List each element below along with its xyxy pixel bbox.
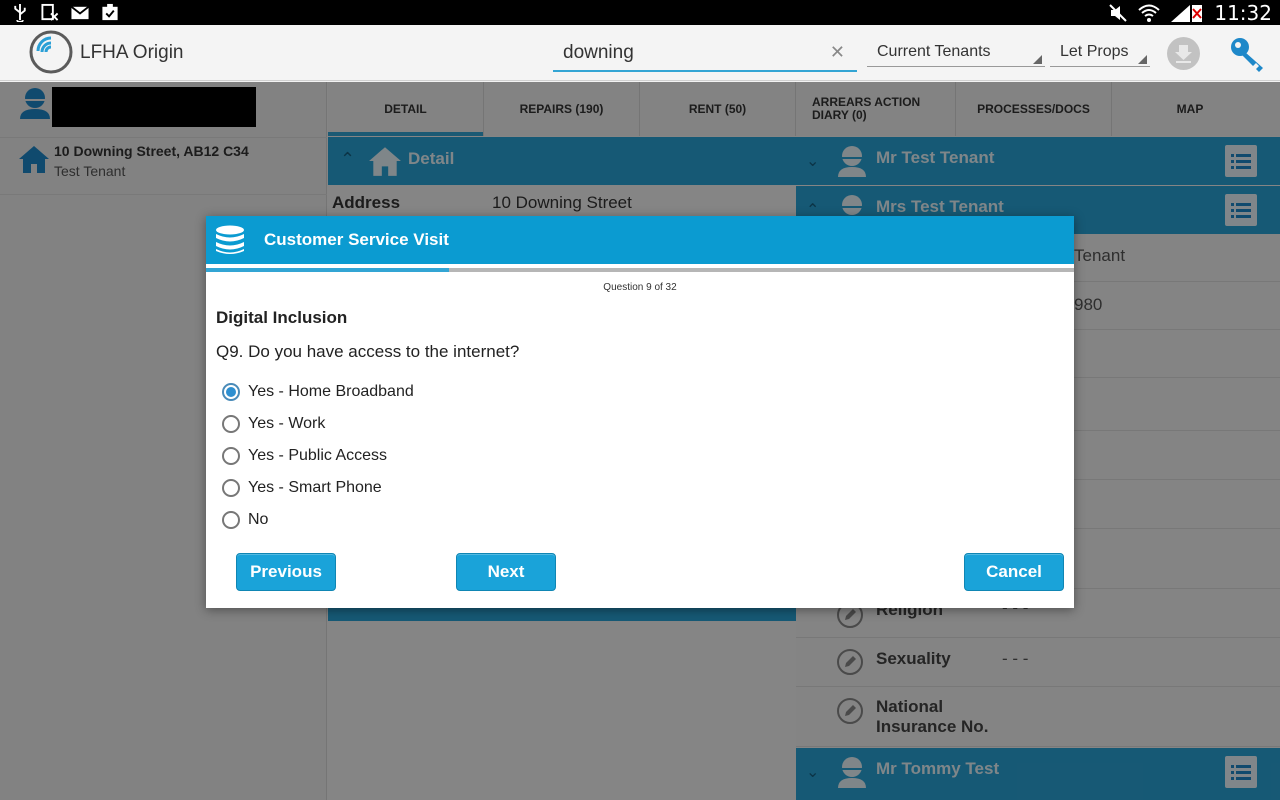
usb-icon [14,3,26,22]
previous-button[interactable]: Previous [236,553,336,591]
gmail-icon [70,6,90,20]
tenancy-filter-dropdown[interactable]: Current Tenants [867,37,1045,67]
section-title: Digital Inclusion [216,308,348,327]
key-icon[interactable] [1228,35,1268,73]
property-filter-dropdown[interactable]: Let Props [1050,37,1150,67]
dropdown-arrow-icon [1138,55,1147,64]
answer-option[interactable]: Yes - Work [222,408,414,440]
wifi-icon [1138,4,1161,22]
answer-option[interactable]: Yes - Public Access [222,440,414,472]
mute-icon [1109,3,1128,22]
dialog-header: Customer Service Visit [206,216,1074,264]
answer-label: Yes - Home Broadband [248,383,414,400]
question-progress-bar [206,268,1074,272]
clock: 11:32 [1214,0,1272,25]
sim-icon [41,3,59,21]
action-bar: LFHA Origin downing ✕ Current Tenants Le… [0,25,1280,81]
clear-search-icon[interactable]: ✕ [830,42,845,63]
answer-label: Yes - Smart Phone [248,479,382,496]
signal-icon [1171,4,1203,22]
search-input[interactable]: downing ✕ [553,35,857,72]
cancel-button[interactable]: Cancel [964,553,1064,591]
radio-button[interactable] [222,511,240,529]
property-filter-label: Let Props [1060,43,1129,60]
download-icon [1175,45,1192,63]
answer-label: No [248,511,269,528]
radio-button[interactable] [222,479,240,497]
answer-option[interactable]: Yes - Smart Phone [222,472,414,504]
clipboard-check-icon [102,3,118,21]
radio-button[interactable] [222,415,240,433]
answer-options: Yes - Home Broadband Yes - Work Yes - Pu… [222,376,414,536]
question-text: Q9. Do you have access to the internet? [216,342,520,361]
progress-fill [206,268,450,272]
app-logo-icon [29,30,73,74]
customer-service-visit-dialog: Customer Service Visit Question 9 of 32 … [206,216,1074,608]
dialog-title: Customer Service Visit [264,230,449,249]
tenancy-filter-label: Current Tenants [877,43,991,60]
next-button[interactable]: Next [456,553,556,591]
answer-option[interactable]: No [222,504,414,536]
status-bar: 11:32 [0,0,1280,25]
dropdown-arrow-icon [1033,55,1042,64]
download-button[interactable] [1167,37,1200,70]
search-value: downing [563,42,634,63]
radio-button[interactable] [222,383,240,401]
app-title: LFHA Origin [80,42,184,63]
answer-label: Yes - Work [248,415,326,432]
answer-label: Yes - Public Access [248,447,388,464]
answer-option[interactable]: Yes - Home Broadband [222,376,414,408]
database-icon [216,225,244,254]
question-counter: Question 9 of 32 [603,282,677,293]
radio-button[interactable] [222,447,240,465]
